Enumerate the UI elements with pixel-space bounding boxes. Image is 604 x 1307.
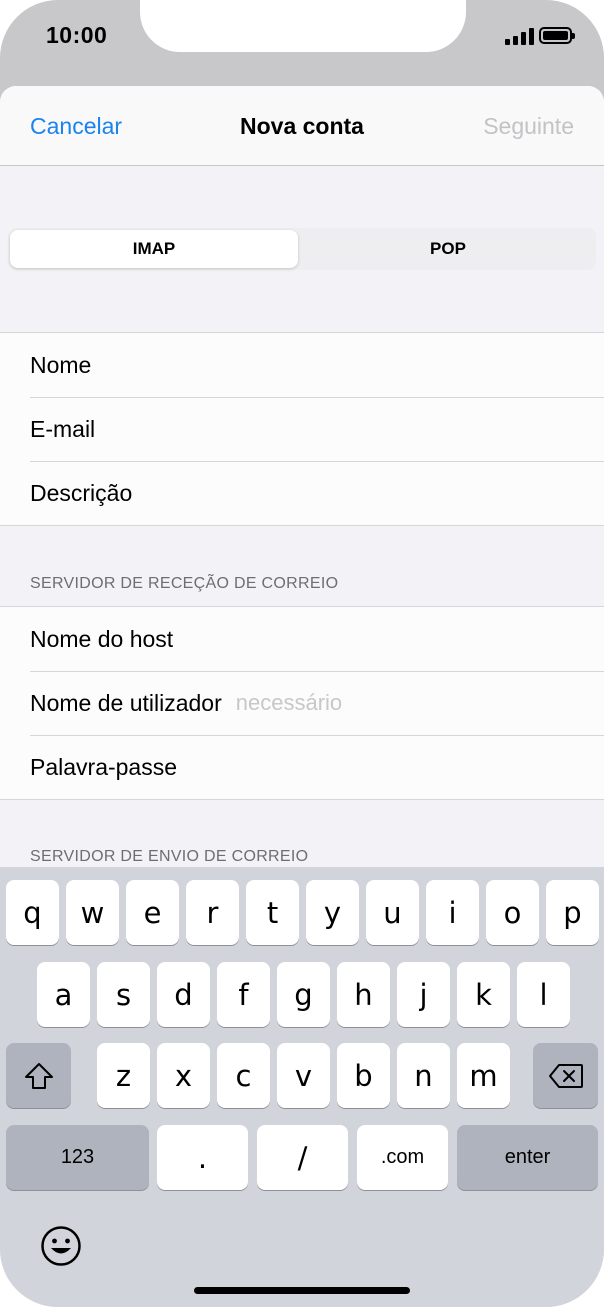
backspace-icon (548, 1063, 583, 1088)
key-j[interactable]: j (397, 962, 450, 1027)
key-n[interactable]: n (397, 1043, 450, 1108)
description-field[interactable]: Descrição (0, 461, 604, 525)
key-y[interactable]: y (306, 880, 359, 945)
key-e[interactable]: e (126, 880, 179, 945)
phone-screen: 10:00 Cancelar Nova conta Seguinte IMAP … (0, 0, 604, 1307)
status-time: 10:00 (46, 22, 108, 48)
description-field-label: Descrição (30, 479, 133, 506)
key-w[interactable]: w (66, 880, 119, 945)
emoji-icon[interactable] (40, 1225, 82, 1267)
account-fields-group: Nome E-mail Descrição (0, 332, 604, 526)
key-f[interactable]: f (217, 962, 270, 1027)
home-indicator[interactable] (194, 1287, 410, 1294)
numbers-key[interactable]: 123 (6, 1125, 149, 1190)
backspace-key[interactable] (533, 1043, 598, 1108)
username-placeholder: necessário (235, 690, 343, 715)
dot-key[interactable]: . (157, 1125, 248, 1190)
key-b[interactable]: b (337, 1043, 390, 1108)
slash-key[interactable]: / (257, 1125, 348, 1190)
enter-key[interactable]: enter (457, 1125, 598, 1190)
key-s[interactable]: s (97, 962, 150, 1027)
key-p[interactable]: p (546, 880, 599, 945)
battery-icon (539, 27, 575, 44)
key-a[interactable]: a (37, 962, 90, 1027)
key-c[interactable]: c (217, 1043, 270, 1108)
key-o[interactable]: o (486, 880, 539, 945)
shift-icon (24, 1062, 53, 1089)
hostname-field[interactable]: Nome do host (0, 607, 604, 671)
key-u[interactable]: u (366, 880, 419, 945)
name-field[interactable]: Nome (0, 333, 604, 397)
key-i[interactable]: i (426, 880, 479, 945)
hostname-field-label: Nome do host (30, 625, 174, 652)
key-z[interactable]: z (97, 1043, 150, 1108)
incoming-server-group: Nome do host Nome de utilizador necessár… (0, 606, 604, 800)
key-g[interactable]: g (277, 962, 330, 1027)
outgoing-server-header: SERVIDOR DE ENVIO DE CORREIO (30, 848, 309, 865)
signal-icon (505, 28, 535, 45)
dotcom-key[interactable]: .com (357, 1125, 448, 1190)
name-field-label: Nome (30, 351, 92, 378)
key-h[interactable]: h (337, 962, 390, 1027)
keyboard: q w e r t y u i o p a s d f g h j k l z … (0, 867, 604, 1307)
status-bar: 10:00 (0, 0, 604, 72)
password-field[interactable]: Palavra-passe (0, 735, 604, 799)
navigation-bar: Cancelar Nova conta Seguinte (0, 86, 604, 166)
key-m[interactable]: m (457, 1043, 510, 1108)
username-field[interactable]: Nome de utilizador necessário (0, 671, 604, 735)
notch (140, 0, 466, 52)
key-d[interactable]: d (157, 962, 210, 1027)
key-l[interactable]: l (517, 962, 570, 1027)
key-r[interactable]: r (186, 880, 239, 945)
key-v[interactable]: v (277, 1043, 330, 1108)
password-field-label: Palavra-passe (30, 753, 178, 780)
next-button[interactable]: Seguinte (483, 113, 574, 140)
email-field-label: E-mail (30, 415, 96, 442)
key-q[interactable]: q (6, 880, 59, 945)
shift-key[interactable] (6, 1043, 71, 1108)
username-field-label: Nome de utilizador (30, 689, 222, 716)
key-t[interactable]: t (246, 880, 299, 945)
segment-pop[interactable]: POP (302, 230, 594, 268)
segment-imap[interactable]: IMAP (10, 230, 298, 268)
key-x[interactable]: x (157, 1043, 210, 1108)
key-k[interactable]: k (457, 962, 510, 1027)
incoming-server-header: SERVIDOR DE RECEÇÃO DE CORREIO (30, 575, 339, 592)
protocol-segmented-control: IMAP POP (8, 228, 596, 270)
email-field[interactable]: E-mail (0, 397, 604, 461)
